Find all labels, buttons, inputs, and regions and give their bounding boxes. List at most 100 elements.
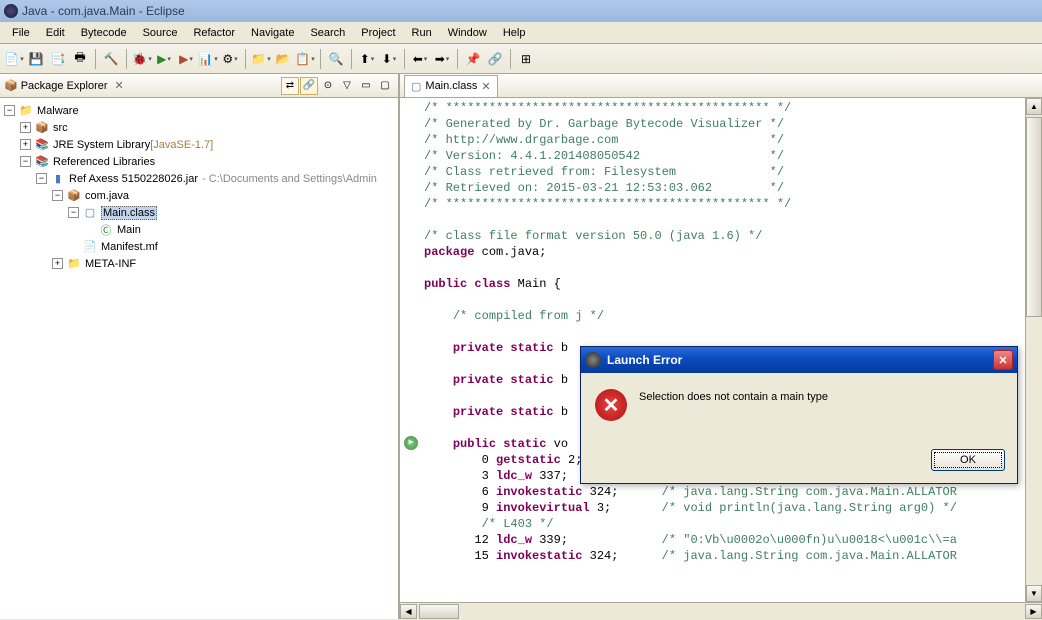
coverage-icon[interactable]: 📊▾ <box>198 49 218 69</box>
launch-error-dialog: Launch Error ✕ ✕ Selection does not cont… <box>580 346 1018 484</box>
collapse-icon[interactable]: − <box>68 207 79 218</box>
focus-icon[interactable]: ⊙ <box>319 77 337 95</box>
search-icon[interactable]: 🔍 <box>326 49 346 69</box>
scroll-right-icon[interactable]: ▶ <box>1025 604 1042 619</box>
menu-source[interactable]: Source <box>135 25 186 41</box>
forward-icon[interactable]: ➡▾ <box>432 49 452 69</box>
explorer-title: Package Explorer <box>21 80 108 92</box>
menu-bytecode[interactable]: Bytecode <box>73 25 135 41</box>
expand-icon[interactable]: + <box>20 139 31 150</box>
annotation-next-icon[interactable]: ⬇▾ <box>379 49 399 69</box>
run-gutter-icon[interactable]: ▶ <box>404 436 418 450</box>
menu-project[interactable]: Project <box>353 25 403 41</box>
back-icon[interactable]: ⬅▾ <box>410 49 430 69</box>
project-icon: 📁 <box>18 103 34 119</box>
perspective-icon[interactable]: ⊞ <box>516 49 536 69</box>
main-class-node[interactable]: Main.class <box>101 206 157 220</box>
horizontal-scrollbar[interactable]: ◀ ▶ <box>400 602 1042 619</box>
annotation-prev-icon[interactable]: ⬆▾ <box>357 49 377 69</box>
separator <box>457 49 458 69</box>
package-explorer-view: 📦 Package Explorer ✕ ⇄ 🔗 ⊙ ▽ ▭ ▢ − 📁 Mal… <box>0 74 400 619</box>
minimize-icon[interactable]: ▭ <box>357 77 375 95</box>
close-icon[interactable]: ✕ <box>481 80 490 93</box>
project-node[interactable]: Malware <box>37 105 79 117</box>
maximize-icon[interactable]: ▢ <box>376 77 394 95</box>
jre-node[interactable]: JRE System Library <box>53 139 150 151</box>
separator <box>126 49 127 69</box>
package-icon: 📦 <box>66 188 82 204</box>
editor-tab-label: Main.class <box>425 80 477 92</box>
scroll-thumb[interactable] <box>419 604 459 619</box>
package-node[interactable]: com.java <box>85 190 129 202</box>
pin-icon[interactable]: 📌 <box>463 49 483 69</box>
src-node[interactable]: src <box>53 122 68 134</box>
close-icon[interactable]: ✕ <box>115 79 124 92</box>
open-type-icon[interactable]: 📋▾ <box>295 49 315 69</box>
save-icon[interactable]: 💾 <box>26 49 46 69</box>
dialog-title-text: Launch Error <box>607 353 682 367</box>
explorer-header: 📦 Package Explorer ✕ ⇄ 🔗 ⊙ ▽ ▭ ▢ <box>0 74 398 98</box>
jar-icon: ▮ <box>50 171 66 187</box>
class-icon: Ⓒ <box>98 222 114 238</box>
menu-navigate[interactable]: Navigate <box>243 25 302 41</box>
view-menu-icon[interactable]: ▽ <box>338 77 356 95</box>
link-editor-icon[interactable]: 🔗 <box>300 77 318 95</box>
editor-tab-main[interactable]: ▢ Main.class ✕ <box>404 75 498 97</box>
build-icon[interactable]: 🔨 <box>101 49 121 69</box>
window-title: Java - com.java.Main - Eclipse <box>22 4 185 18</box>
debug-icon[interactable]: 🐞▾ <box>132 49 152 69</box>
new-package-icon[interactable]: 📁▾ <box>251 49 271 69</box>
eclipse-icon <box>4 4 18 18</box>
dialog-close-button[interactable]: ✕ <box>993 350 1013 370</box>
tree-spacer <box>84 224 95 235</box>
menu-run[interactable]: Run <box>404 25 440 41</box>
collapse-icon[interactable]: − <box>52 190 63 201</box>
separator <box>95 49 96 69</box>
vertical-scrollbar[interactable]: ▲ ▼ <box>1025 98 1042 602</box>
new-icon[interactable]: 📄▾ <box>4 49 24 69</box>
collapse-all-icon[interactable]: ⇄ <box>281 77 299 95</box>
ok-button[interactable]: OK <box>931 449 1005 471</box>
separator <box>245 49 246 69</box>
menu-window[interactable]: Window <box>440 25 495 41</box>
collapse-icon[interactable]: − <box>36 173 47 184</box>
main-type-node[interactable]: Main <box>117 224 141 236</box>
folder-icon: 📁 <box>66 256 82 272</box>
menu-refactor[interactable]: Refactor <box>185 25 243 41</box>
menu-search[interactable]: Search <box>302 25 353 41</box>
menu-help[interactable]: Help <box>495 25 534 41</box>
manifest-node[interactable]: Manifest.mf <box>101 241 158 253</box>
error-icon: ✕ <box>595 389 627 421</box>
collapse-icon[interactable]: − <box>20 156 31 167</box>
class-file-icon: ▢ <box>411 80 421 93</box>
menu-edit[interactable]: Edit <box>38 25 73 41</box>
scroll-left-icon[interactable]: ◀ <box>400 604 417 619</box>
separator <box>510 49 511 69</box>
expand-icon[interactable]: + <box>52 258 63 269</box>
separator <box>404 49 405 69</box>
scroll-up-icon[interactable]: ▲ <box>1026 98 1042 115</box>
dialog-titlebar[interactable]: Launch Error ✕ <box>581 347 1017 373</box>
run-last-icon[interactable]: ▶▾ <box>176 49 196 69</box>
referenced-libs-node[interactable]: Referenced Libraries <box>53 156 155 168</box>
metainf-node[interactable]: META-INF <box>85 258 136 270</box>
library-icon: 📚 <box>34 154 50 170</box>
menu-file[interactable]: File <box>4 25 38 41</box>
new-class-icon[interactable]: 📂 <box>273 49 293 69</box>
package-explorer-icon: 📦 <box>4 79 18 92</box>
scroll-thumb[interactable] <box>1026 117 1042 317</box>
scroll-down-icon[interactable]: ▼ <box>1026 585 1042 602</box>
jre-version-label: [JavaSE-1.7] <box>150 139 213 151</box>
external-tools-icon[interactable]: ⚙▾ <box>220 49 240 69</box>
expand-icon[interactable]: + <box>20 122 31 133</box>
collapse-icon[interactable]: − <box>4 105 15 116</box>
jar-path-label: - C:\Documents and Settings\Admin <box>202 173 377 185</box>
run-icon[interactable]: ▶▾ <box>154 49 174 69</box>
class-file-icon: ▢ <box>82 205 98 221</box>
save-all-icon[interactable]: 📑 <box>48 49 68 69</box>
print-icon[interactable]: 🖶 <box>70 49 90 69</box>
link-icon[interactable]: 🔗 <box>485 49 505 69</box>
package-tree[interactable]: − 📁 Malware + 📦 src + 📚 JRE System Libra… <box>0 98 398 619</box>
jar-node[interactable]: Ref Axess 5150228026.jar <box>69 173 198 185</box>
main-toolbar: 📄▾ 💾 📑 🖶 🔨 🐞▾ ▶▾ ▶▾ 📊▾ ⚙▾ 📁▾ 📂 📋▾ 🔍 ⬆▾ ⬇… <box>0 44 1042 74</box>
